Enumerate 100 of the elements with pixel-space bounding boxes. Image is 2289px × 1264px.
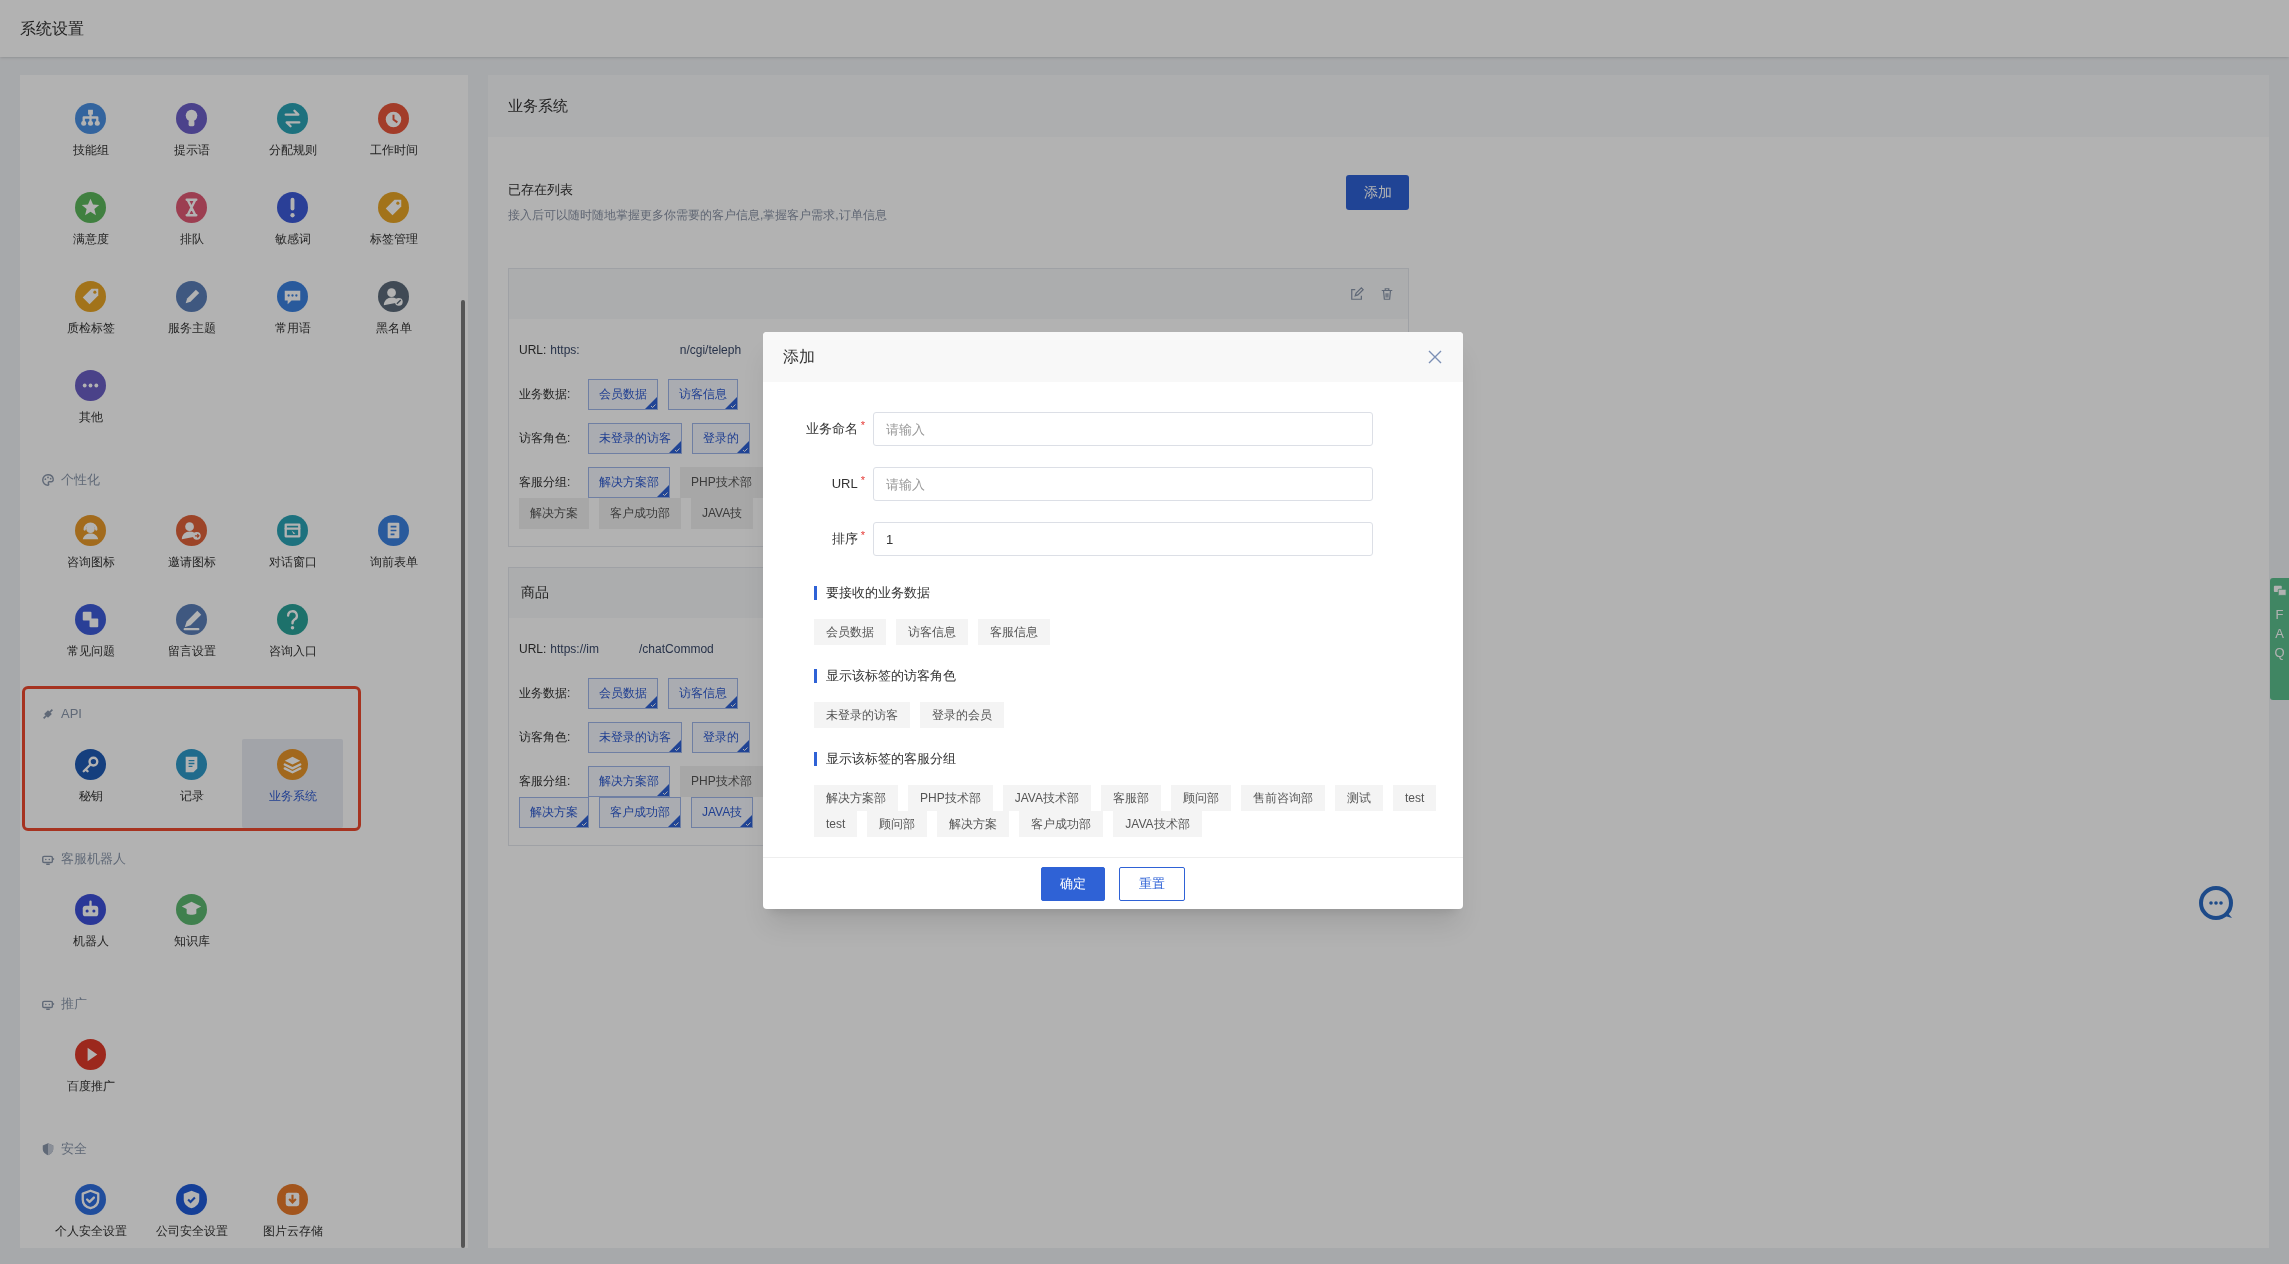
panel-title: 业务系统: [508, 95, 568, 116]
settings-item[interactable]: 邀请图标: [141, 505, 242, 594]
section-heading: 要接收的业务数据: [826, 584, 930, 603]
required-mark: *: [860, 473, 865, 489]
settings-item[interactable]: 机器人: [40, 884, 141, 973]
category-tag: 客户成功部: [599, 497, 681, 529]
settings-item[interactable]: 图片云存储: [242, 1174, 343, 1263]
required-mark: *: [860, 528, 865, 544]
input-field[interactable]: 请输入: [873, 412, 1373, 446]
settings-item[interactable]: 敏感词: [242, 182, 343, 271]
category-tag: 登录的: [692, 422, 750, 454]
category-tag: 未登录的访客: [588, 422, 682, 454]
settings-item[interactable]: 秘钥: [40, 739, 141, 828]
option-tag[interactable]: 客户成功部: [1019, 811, 1104, 837]
section-title: 推广: [61, 995, 87, 1014]
input-field[interactable]: 1: [873, 522, 1373, 556]
option-tag[interactable]: 顾问部: [1170, 785, 1231, 811]
field-label: 业务数据:: [519, 684, 572, 702]
settings-item[interactable]: 满意度: [40, 182, 141, 271]
option-tag[interactable]: 会员数据: [814, 619, 886, 645]
category-tag: 解决方案: [519, 497, 589, 529]
field-label: 客服分组:: [519, 772, 572, 790]
url-text: https:: [550, 341, 580, 359]
section-title: API: [61, 705, 82, 724]
category-tag: 解决方案部: [588, 765, 670, 797]
settings-item[interactable]: 个人安全设置: [40, 1174, 141, 1263]
category-tag: PHP技术部: [680, 765, 763, 797]
page-title: 系统设置: [20, 18, 84, 39]
section-heading: 显示该标签的访客角色: [826, 667, 956, 686]
option-tag[interactable]: PHP技术部: [908, 785, 993, 811]
url-text: /chatCommod: [639, 640, 714, 658]
option-tag[interactable]: 访客信息: [896, 619, 968, 645]
url-label: URL:: [519, 640, 547, 658]
settings-item[interactable]: 工作时间: [343, 93, 444, 182]
settings-item[interactable]: 业务系统: [242, 739, 343, 828]
settings-item[interactable]: 技能组: [40, 93, 141, 182]
confirm-button[interactable]: 确定: [1041, 866, 1105, 901]
url-label: URL:: [519, 341, 547, 359]
option-tag[interactable]: 解决方案部: [814, 785, 898, 811]
settings-item[interactable]: 百度推广: [40, 1029, 141, 1118]
settings-item[interactable]: 咨询入口: [242, 594, 343, 683]
option-tag[interactable]: 客服信息: [978, 619, 1050, 645]
settings-item[interactable]: 排队: [141, 182, 242, 271]
url-text: https://im: [550, 640, 600, 658]
list-hint: 接入后可以随时随地掌握更多你需要的客户信息,掌握客户需求,订单信息: [508, 206, 887, 224]
settings-item[interactable]: 知识库: [141, 884, 242, 973]
option-tag[interactable]: JAVA技术部: [1002, 785, 1091, 811]
option-tag[interactable]: test: [814, 811, 858, 837]
settings-item[interactable]: 常用语: [242, 271, 343, 360]
field-label: 客服分组:: [519, 473, 572, 491]
field-label: 访客角色:: [519, 728, 572, 746]
settings-item[interactable]: 记录: [141, 739, 242, 828]
field-label: 排序: [831, 530, 858, 549]
option-tag[interactable]: test: [1392, 785, 1437, 811]
list-title: 已存在列表: [508, 181, 574, 199]
category-tag: 会员数据: [588, 677, 658, 709]
settings-item[interactable]: 黑名单: [343, 271, 444, 360]
input-field[interactable]: 请输入: [873, 467, 1373, 501]
settings-item[interactable]: 提示语: [141, 93, 242, 182]
card-title: 商品: [521, 583, 549, 602]
settings-item[interactable]: 对话窗口: [242, 505, 343, 594]
settings-item[interactable]: 留言设置: [141, 594, 242, 683]
category-tag: PHP技术部: [680, 466, 763, 498]
category-tag: 未登录的访客: [588, 721, 682, 753]
field-label: 访客角色:: [519, 429, 572, 447]
url-text: n/cgi/teleph: [679, 341, 742, 359]
section-heading: 显示该标签的客服分组: [826, 750, 956, 769]
settings-item[interactable]: 分配规则: [242, 93, 343, 182]
settings-item[interactable]: 常见问题: [40, 594, 141, 683]
settings-item[interactable]: 其他: [40, 360, 141, 449]
category-tag: 客户成功部: [599, 796, 681, 828]
field-label: 业务数据:: [519, 385, 572, 403]
field-label: URL: [831, 475, 858, 494]
settings-item[interactable]: 公司安全设置: [141, 1174, 242, 1263]
category-tag: 访客信息: [668, 677, 738, 709]
category-tag: JAVA技: [691, 497, 754, 529]
category-tag: JAVA技: [691, 796, 754, 828]
option-tag[interactable]: 登录的会员: [920, 702, 1004, 728]
section-title: 客服机器人: [61, 850, 126, 869]
category-tag: 会员数据: [588, 378, 658, 410]
option-tag[interactable]: 测试: [1334, 785, 1383, 811]
add-button[interactable]: 添加: [1346, 175, 1409, 210]
category-tag: 登录的: [692, 721, 750, 753]
required-mark: *: [860, 418, 865, 434]
option-tag[interactable]: 解决方案: [937, 811, 1010, 837]
field-label: 业务命名: [805, 420, 858, 439]
reset-button[interactable]: 重置: [1119, 866, 1185, 901]
settings-item[interactable]: 服务主题: [141, 271, 242, 360]
option-tag[interactable]: 顾问部: [867, 811, 928, 837]
settings-item[interactable]: 咨询图标: [40, 505, 141, 594]
option-tag[interactable]: 未登录的访客: [814, 702, 910, 728]
category-tag: 解决方案: [519, 796, 589, 828]
settings-item[interactable]: 质检标签: [40, 271, 141, 360]
option-tag[interactable]: 客服部: [1100, 785, 1161, 811]
category-tag: 访客信息: [668, 378, 738, 410]
option-tag[interactable]: 售前咨询部: [1240, 785, 1325, 811]
settings-item[interactable]: 询前表单: [343, 505, 444, 594]
section-title: 个性化: [61, 471, 100, 490]
settings-item[interactable]: 标签管理: [343, 182, 444, 271]
option-tag[interactable]: JAVA技术部: [1113, 811, 1202, 837]
